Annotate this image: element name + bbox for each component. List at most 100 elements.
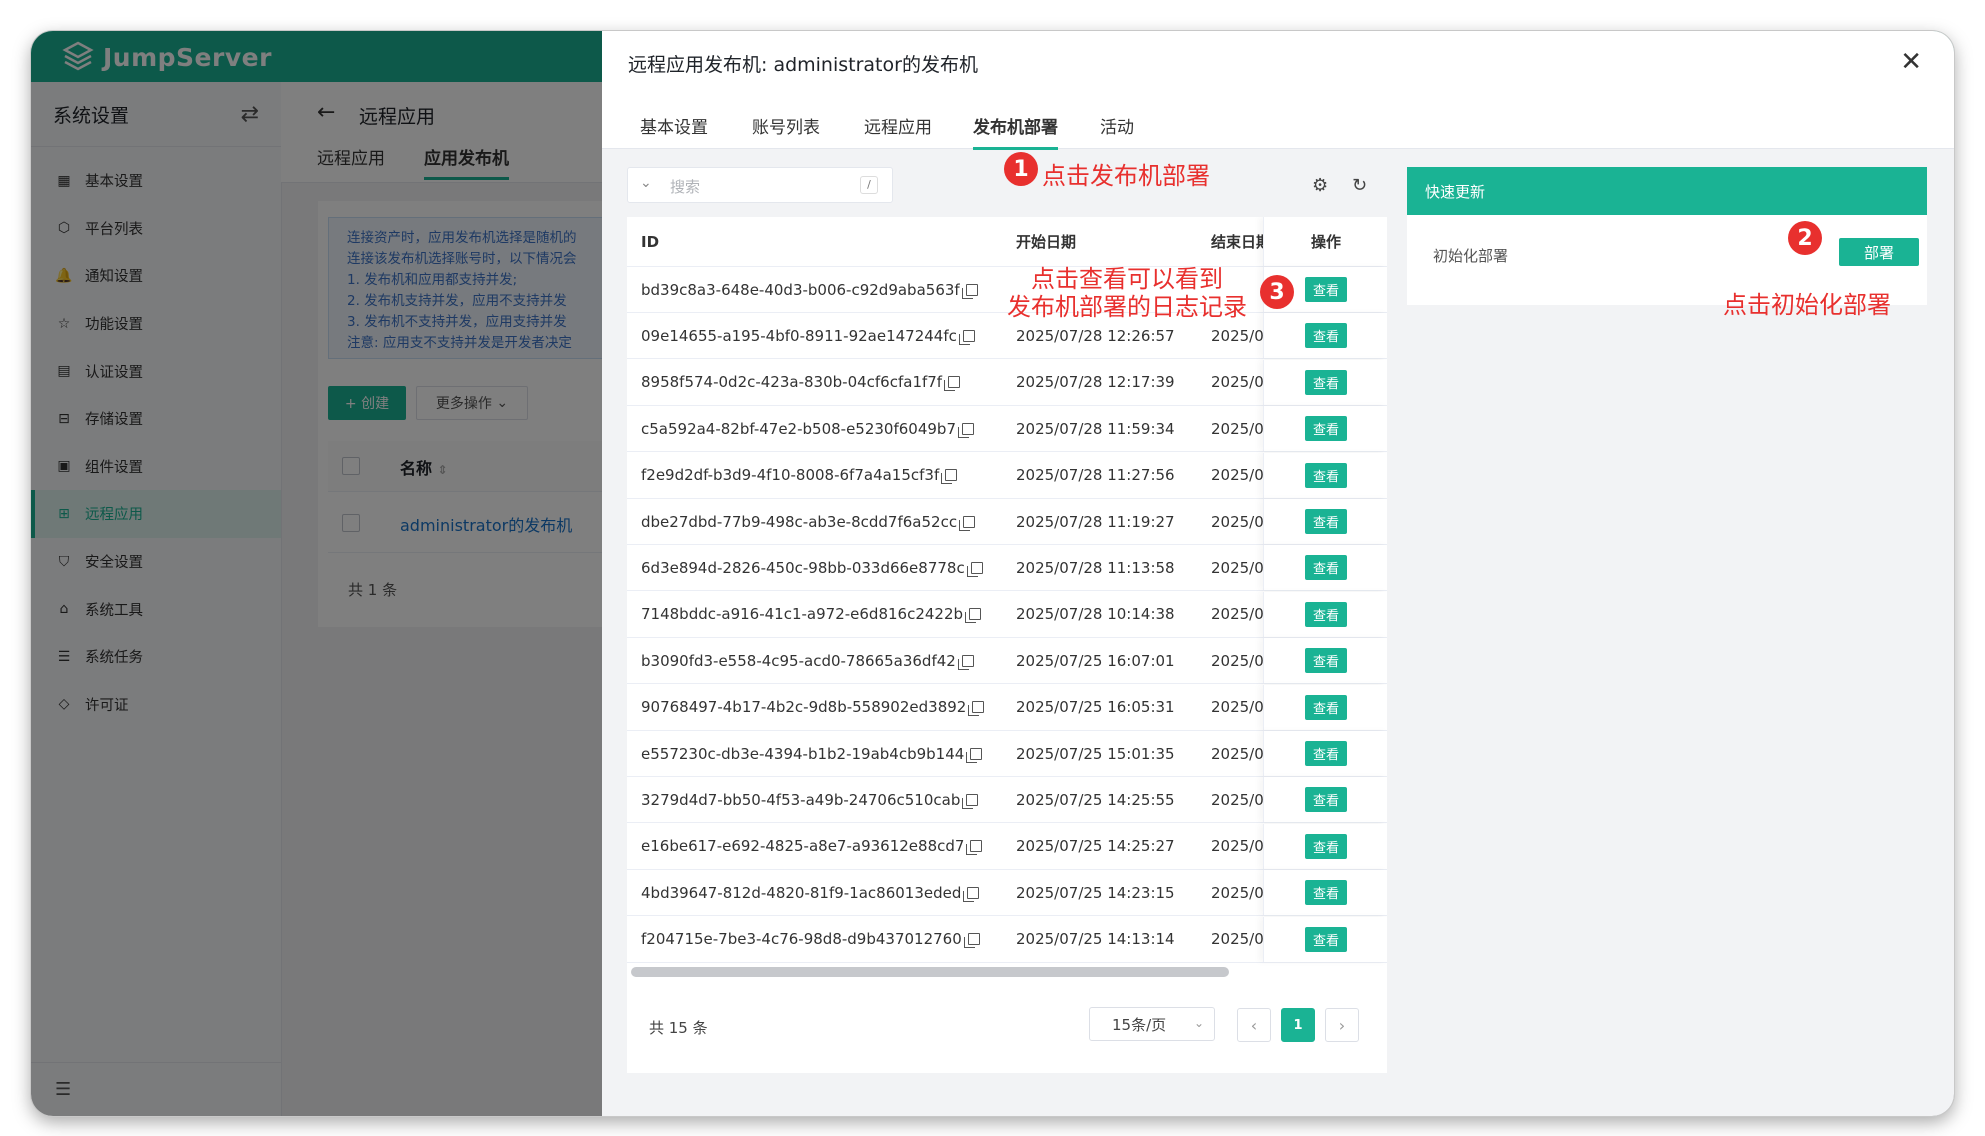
deploy-button[interactable]: 部署 bbox=[1839, 238, 1919, 266]
deployment-id-text: 6d3e894d-2826-450c-98bb-033d66e8778c bbox=[641, 558, 965, 577]
view-button[interactable]: 查看 bbox=[1305, 694, 1347, 720]
drawer-tabs: 基本设置 账号列表 远程应用 发布机部署 活动 bbox=[602, 97, 1954, 150]
view-button[interactable]: 查看 bbox=[1305, 323, 1347, 349]
end-date: 2025/0 bbox=[1211, 605, 1264, 624]
step-1-badge: 1 bbox=[1004, 152, 1038, 186]
start-date: 2025/07/28 10:14:38 bbox=[1016, 605, 1175, 624]
refresh-icon[interactable]: ↻ bbox=[1352, 175, 1367, 196]
deployment-id: 90768497-4b17-4b2c-9d8b-558902ed3892 bbox=[641, 685, 1016, 730]
view-button[interactable]: 查看 bbox=[1305, 416, 1347, 442]
view-button[interactable]: 查看 bbox=[1305, 369, 1347, 395]
copy-icon[interactable] bbox=[961, 283, 978, 299]
view-button[interactable]: 查看 bbox=[1305, 648, 1347, 674]
deployment-id-text: f204715e-7be3-4c76-98d8-d9b437012760 bbox=[641, 930, 962, 949]
view-button[interactable]: 查看 bbox=[1305, 555, 1347, 581]
table-row: c5a592a4-82bf-47e2-b508-e5230f6049b7 2025… bbox=[627, 406, 1387, 453]
view-button[interactable]: 查看 bbox=[1305, 833, 1347, 859]
tab-remote-apps[interactable]: 远程应用 bbox=[864, 113, 932, 147]
page-number-button[interactable]: 1 bbox=[1281, 1008, 1315, 1042]
column-start-date[interactable]: 开始日期 bbox=[1016, 217, 1211, 266]
column-id[interactable]: ID bbox=[641, 217, 1016, 266]
search-placeholder: 搜索 bbox=[670, 178, 701, 196]
page-size-value: 15条/页 bbox=[1112, 1015, 1167, 1034]
deployment-id: f2e9d2df-b3d9-4f10-8008-6f7a4a15cf3f bbox=[641, 453, 1016, 498]
deployment-id-text: 09e14655-a195-4bf0-8911-92ae147244fc bbox=[641, 326, 957, 345]
copy-icon[interactable] bbox=[965, 608, 982, 624]
view-button[interactable]: 查看 bbox=[1305, 601, 1347, 627]
table-row: f2e9d2df-b3d9-4f10-8008-6f7a4a15cf3f 2025… bbox=[627, 452, 1387, 499]
copy-icon[interactable] bbox=[959, 515, 976, 531]
copy-icon[interactable] bbox=[963, 886, 980, 902]
actions-cell: 查看 bbox=[1263, 545, 1387, 591]
view-button[interactable]: 查看 bbox=[1305, 509, 1347, 534]
copy-icon[interactable] bbox=[966, 747, 983, 763]
deployment-id-text: 3279d4d7-bb50-4f53-a49b-24706c510cab bbox=[641, 790, 961, 809]
horizontal-scrollbar[interactable] bbox=[627, 965, 1387, 979]
end-date: 2025/0 bbox=[1211, 651, 1264, 670]
deployment-id-text: dbe27dbd-77b9-498c-ab3e-8cdd7f6a52cc bbox=[641, 512, 958, 531]
start-date: 2025/07/25 14:25:55 bbox=[1016, 790, 1175, 809]
view-button[interactable]: 查看 bbox=[1305, 741, 1347, 766]
deployment-id-text: b3090fd3-e558-4c95-acd0-78665a36df42 bbox=[641, 651, 956, 670]
deployment-id: 8958f574-0d2c-423a-830b-04cf6cfa1f7f bbox=[641, 360, 1016, 405]
table-row: 90768497-4b17-4b2c-9d8b-558902ed3892 2025… bbox=[627, 684, 1387, 731]
start-date: 2025/07/28 11:59:34 bbox=[1016, 419, 1175, 438]
tab-activity[interactable]: 活动 bbox=[1100, 113, 1134, 147]
view-button[interactable]: 查看 bbox=[1305, 462, 1347, 488]
actions-cell: 查看 bbox=[1263, 916, 1387, 962]
deployment-id: bd39c8a3-648e-40d3-b006-c92d9aba563f bbox=[641, 267, 1016, 312]
copy-icon[interactable] bbox=[944, 376, 961, 392]
copy-icon[interactable] bbox=[966, 840, 983, 856]
column-actions: 操作 bbox=[1263, 217, 1387, 266]
copy-icon[interactable] bbox=[962, 793, 979, 809]
tab-publisher-deployment[interactable]: 发布机部署 bbox=[973, 113, 1058, 150]
copy-icon[interactable] bbox=[958, 422, 974, 438]
pagination-total: 共 15 条 bbox=[649, 1019, 708, 1037]
end-date: 2025/0 bbox=[1211, 930, 1264, 949]
view-button[interactable]: 查看 bbox=[1305, 787, 1347, 813]
drawer-title: 远程应用发布机: administrator的发布机 bbox=[628, 54, 978, 76]
column-end-date[interactable]: 结束日期 bbox=[1211, 217, 1265, 266]
chevron-right-icon: › bbox=[1338, 1015, 1346, 1035]
tab-account-list[interactable]: 账号列表 bbox=[752, 113, 820, 147]
deployment-id: 6d3e894d-2826-450c-98bb-033d66e8778c bbox=[641, 545, 1016, 590]
end-date: 2025/0 bbox=[1211, 558, 1264, 577]
actions-cell: 查看 bbox=[1263, 638, 1387, 684]
settings-gear-icon[interactable]: ⚙ bbox=[1312, 175, 1328, 196]
actions-cell: 查看 bbox=[1263, 406, 1387, 452]
end-date: 2025/0 bbox=[1211, 512, 1264, 531]
deployment-id: 09e14655-a195-4bf0-8911-92ae147244fc bbox=[641, 313, 1016, 358]
table-header: ID 开始日期 结束日期 操作 bbox=[627, 217, 1387, 267]
table-row: dbe27dbd-77b9-498c-ab3e-8cdd7f6a52cc 2025… bbox=[627, 499, 1387, 545]
search-input[interactable]: ⌄ 搜索 / bbox=[627, 167, 893, 203]
copy-icon[interactable] bbox=[957, 654, 974, 670]
deployment-id-text: 7148bddc-a916-41c1-a972-e6d816c2422b bbox=[641, 605, 964, 624]
end-date: 2025/0 bbox=[1211, 373, 1264, 392]
actions-cell: 查看 bbox=[1263, 313, 1387, 359]
view-button[interactable]: 查看 bbox=[1305, 277, 1347, 302]
deployment-id: b3090fd3-e558-4c95-acd0-78665a36df42 bbox=[641, 638, 1016, 683]
actions-cell: 查看 bbox=[1263, 452, 1387, 498]
table-row: f204715e-7be3-4c76-98d8-d9b437012760 2025… bbox=[627, 916, 1387, 963]
prev-page-button[interactable]: ‹ bbox=[1237, 1008, 1271, 1042]
table-row: 3279d4d7-bb50-4f53-a49b-24706c510cab 2025… bbox=[627, 777, 1387, 824]
table-row: b3090fd3-e558-4c95-acd0-78665a36df42 2025… bbox=[627, 638, 1387, 685]
actions-cell: 查看 bbox=[1263, 870, 1387, 916]
step-3-badge: 3 bbox=[1260, 275, 1294, 309]
chevron-down-icon[interactable]: ⌄ bbox=[640, 175, 652, 191]
table-row: 7148bddc-a916-41c1-a972-e6d816c2422b 2025… bbox=[627, 591, 1387, 638]
view-button[interactable]: 查看 bbox=[1305, 926, 1347, 952]
deployment-id-text: e16be617-e692-4825-a8e7-a93612e88cd7 bbox=[641, 837, 965, 856]
view-button[interactable]: 查看 bbox=[1305, 880, 1347, 906]
actions-cell: 查看 bbox=[1263, 777, 1387, 823]
copy-icon[interactable] bbox=[963, 933, 980, 949]
next-page-button[interactable]: › bbox=[1325, 1008, 1359, 1042]
copy-icon[interactable] bbox=[966, 561, 983, 577]
scrollbar-thumb[interactable] bbox=[631, 967, 1229, 977]
copy-icon[interactable] bbox=[968, 701, 985, 717]
page-size-select[interactable]: 15条/页 ⌄ bbox=[1089, 1007, 1215, 1041]
copy-icon[interactable] bbox=[958, 329, 975, 345]
copy-icon[interactable] bbox=[941, 469, 958, 485]
tab-basic-settings[interactable]: 基本设置 bbox=[640, 113, 708, 147]
close-icon[interactable]: ✕ bbox=[1900, 47, 1922, 77]
